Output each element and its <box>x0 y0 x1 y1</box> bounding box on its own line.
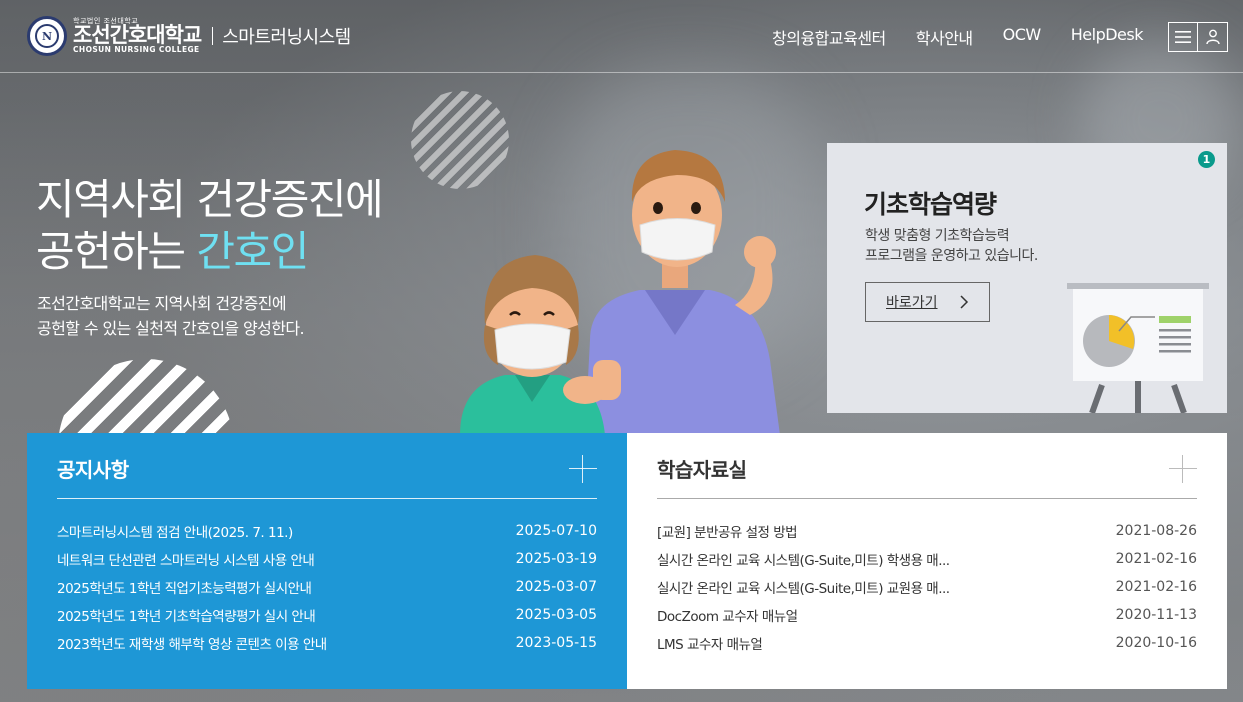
materials-title: 학습자료실 <box>657 458 747 482</box>
list-item[interactable]: 2025학년도 1학년 기초학습역량평가 실시 안내 2025-03-05 <box>57 601 597 629</box>
nav-item-creative-center[interactable]: 창의융합교육센터 <box>772 25 886 49</box>
logo-college-eng: CHOSUN NURSING COLLEGE <box>73 45 200 55</box>
menu-button[interactable] <box>1168 22 1198 52</box>
college-emblem-icon: N <box>27 16 67 56</box>
site-header: N 학교법인 조선대학교 조선간호대학교 CHOSUN NURSING COLL… <box>0 0 1243 73</box>
go-button[interactable]: 바로가기 <box>865 282 990 322</box>
nurses-illustration <box>460 150 780 435</box>
list-item[interactable]: DocZoom 교수자 매뉴얼 2020-11-13 <box>657 601 1197 629</box>
hero-title-accent: 간호인 <box>196 227 309 276</box>
slide-number-badge[interactable]: 1 <box>1198 151 1215 168</box>
hero-subtitle: 조선간호대학교는 지역사회 건강증진에 공헌할 수 있는 실천적 간호인을 양성… <box>37 294 305 338</box>
list-item[interactable]: 2023학년도 재학생 해부학 영상 콘텐츠 이용 안내 2023-05-15 <box>57 629 597 657</box>
list-item[interactable]: 실시간 온라인 교육 시스템(G-Suite,미트) 교원용 매... 2021-… <box>657 573 1197 601</box>
menu-icon <box>1175 31 1191 43</box>
list-item[interactable]: 네트워크 단선관련 스마트러닝 시스템 사용 안내 2025-03-19 <box>57 545 597 573</box>
logo-college-name: 조선간호대학교 <box>73 23 202 48</box>
list-item[interactable]: LMS 교수자 매뉴얼 2020-10-16 <box>657 629 1197 657</box>
login-button[interactable] <box>1198 22 1228 52</box>
notice-panel: 공지사항 스마트러닝시스템 점검 안내(2025. 7. 11.) 2025-07… <box>27 433 627 689</box>
nav-item-helpdesk[interactable]: HelpDesk <box>1071 25 1144 49</box>
hero-title: 지역사회 건강증진에 공헌하는 간호인 <box>36 175 384 276</box>
notice-title: 공지사항 <box>57 458 129 482</box>
presentation-easel-icon <box>1067 283 1209 413</box>
nav-item-ocw[interactable]: OCW <box>1003 25 1042 49</box>
main-nav: 창의융합교육센터 학사안내 OCW HelpDesk <box>742 25 1144 49</box>
nav-item-academic-info[interactable]: 학사안내 <box>916 25 973 49</box>
materials-panel: 학습자료실 [교원] 분반공유 설정 방법 2021-08-26 실시간 온라인 … <box>627 433 1227 689</box>
logo-divider <box>212 27 214 45</box>
logo-system-name: 스마트러닝시스템 <box>222 27 351 48</box>
user-icon <box>1205 29 1220 45</box>
site-logo[interactable]: N 학교법인 조선대학교 조선간호대학교 CHOSUN NURSING COLL… <box>27 16 351 56</box>
notice-list: 스마트러닝시스템 점검 안내(2025. 7. 11.) 2025-07-10 네… <box>57 517 597 657</box>
list-item[interactable]: [교원] 분반공유 설정 방법 2021-08-26 <box>657 517 1197 545</box>
chevron-right-icon <box>960 295 969 309</box>
notice-more-plus-icon[interactable] <box>569 454 597 483</box>
list-item[interactable]: 2025학년도 1학년 직업기초능력평가 실시안내 2025-03-07 <box>57 573 597 601</box>
promo-description: 학생 맞춤형 기초학습능력 프로그램을 운영하고 있습니다. <box>865 228 1038 264</box>
list-item[interactable]: 스마트러닝시스템 점검 안내(2025. 7. 11.) 2025-07-10 <box>57 517 597 545</box>
materials-more-plus-icon[interactable] <box>1169 454 1197 483</box>
materials-list: [교원] 분반공유 설정 방법 2021-08-26 실시간 온라인 교육 시스템… <box>657 517 1197 657</box>
list-item[interactable]: 실시간 온라인 교육 시스템(G-Suite,미트) 학생용 매... 2021-… <box>657 545 1197 573</box>
promo-title: 기초학습역량 <box>864 190 997 219</box>
promo-card: 1 기초학습역량 학생 맞춤형 기초학습능력 프로그램을 운영하고 있습니다. … <box>827 143 1227 413</box>
